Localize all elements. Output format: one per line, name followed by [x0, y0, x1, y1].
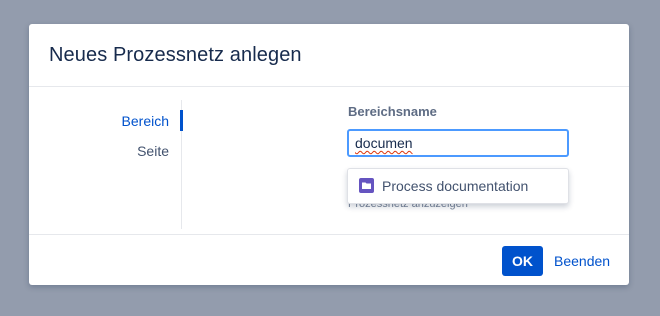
create-process-net-dialog: Neues Prozessnetz anlegen Bereich Seite … [29, 24, 629, 285]
footer-divider [29, 234, 629, 235]
nav-item-bereich[interactable]: Bereich [122, 113, 169, 129]
dialog-nav: Bereich Seite [29, 102, 181, 230]
space-name-input[interactable]: documen [347, 129, 569, 157]
dialog-title: Neues Prozessnetz anlegen [49, 44, 302, 66]
space-name-label: Bereichsname [348, 104, 437, 119]
suggestion-label: Process documentation [382, 178, 529, 194]
header-divider [29, 86, 629, 87]
nav-active-indicator [180, 110, 183, 131]
ok-button[interactable]: OK [502, 246, 543, 276]
folder-icon [359, 178, 374, 193]
nav-item-seite[interactable]: Seite [137, 143, 169, 159]
space-name-value: documen [355, 135, 413, 151]
suggestion-item[interactable]: Process documentation [347, 168, 569, 204]
cancel-button[interactable]: Beenden [554, 246, 610, 276]
